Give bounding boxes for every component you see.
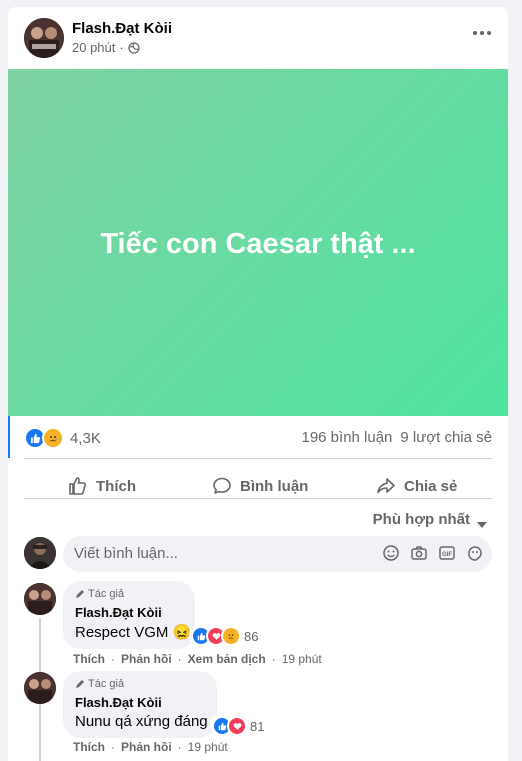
love-reaction-icon [227, 716, 247, 736]
comment-sort-label: Phù hợp nhất [372, 511, 470, 528]
comment-avatar[interactable] [24, 583, 56, 615]
comment-time[interactable]: 19 phút [188, 740, 228, 754]
dot-separator: · [119, 40, 124, 55]
comment-actions: Thích · Phản hồi · Xem bản dịch · 19 phút [73, 652, 322, 666]
comment-actions: Thích · Phản hồi · 19 phút [73, 740, 228, 754]
comment-author[interactable]: Flash.Đạt Kòii [75, 695, 162, 710]
post-time[interactable]: 20 phút [72, 40, 115, 55]
active-indicator [8, 416, 10, 458]
divider [24, 458, 492, 459]
like-icon [68, 476, 88, 496]
pencil-icon [75, 679, 85, 689]
comments-count[interactable]: 196 bình luận [301, 429, 392, 446]
comment-reactions[interactable]: 86 [189, 625, 263, 647]
comment-reply-link[interactable]: Phản hồi [121, 652, 172, 666]
comment-author[interactable]: Flash.Đạt Kòii [75, 605, 162, 620]
current-user-avatar[interactable] [24, 537, 56, 569]
caret-down-icon [476, 516, 488, 528]
share-label: Chia sẻ [404, 477, 458, 495]
camera-icon[interactable] [410, 544, 428, 562]
post-background: Tiếc con Caesar thật ... [8, 69, 508, 416]
comment-text: Respect VGM 😖 [75, 624, 192, 641]
author-badge-label: Tác giả [88, 588, 125, 600]
pencil-icon [75, 589, 85, 599]
comment-translate-link[interactable]: Xem bản dịch [188, 652, 266, 666]
gif-icon[interactable]: GIF [438, 544, 456, 562]
reaction-count: 4,3K [70, 429, 101, 447]
sad-reaction-icon [221, 626, 241, 646]
post-card: Flash.Đạt Kòii 20 phút · Tiếc con Caesar… [8, 7, 508, 761]
comment-bubble: Tác giả Flash.Đạt Kòii Nunu qá xứng đáng… [63, 671, 269, 738]
reaction-summary[interactable]: 4,3K [24, 427, 101, 449]
author-badge: Tác giả [75, 678, 124, 690]
comment-like-link[interactable]: Thích [73, 740, 105, 754]
comment-label: Bình luận [240, 477, 309, 495]
comment-icon [212, 476, 232, 496]
comment-reactions[interactable]: 81 [210, 715, 269, 737]
globe-icon [128, 41, 140, 54]
comment-sort-dropdown[interactable]: Phù hợp nhất [373, 511, 488, 528]
comment-time[interactable]: 19 phút [282, 652, 322, 666]
divider [24, 498, 492, 499]
comment-input-placeholder: Viết bình luận... [74, 545, 178, 562]
comment-like-link[interactable]: Thích [73, 652, 105, 666]
comment-reaction-count: 86 [244, 628, 259, 644]
post-meta: 20 phút · [72, 40, 140, 55]
post-background-text: Tiếc con Caesar thật ... [100, 228, 416, 260]
sad-reaction-icon [42, 427, 64, 449]
more-options-icon[interactable] [470, 25, 494, 41]
comment-bubble: Tác giả Flash.Đạt Kòii Respect VGM 😖 86 [63, 581, 263, 649]
emoji-icon[interactable] [382, 544, 400, 562]
svg-text:GIF: GIF [442, 552, 452, 558]
comment-text: Nunu qá xứng đáng [75, 713, 208, 730]
comment-reply-link[interactable]: Phản hồi [121, 740, 172, 754]
sticker-icon[interactable] [466, 544, 484, 562]
comment-reaction-count: 81 [250, 718, 265, 734]
shares-count[interactable]: 9 lượt chia sẻ [400, 429, 492, 446]
post-author-name[interactable]: Flash.Đạt Kòii [72, 20, 172, 37]
post-stats: 196 bình luận 9 lượt chia sẻ [301, 429, 492, 446]
like-label: Thích [96, 477, 136, 495]
author-badge-label: Tác giả [88, 678, 125, 690]
share-icon [376, 476, 396, 496]
comment-input[interactable]: Viết bình luận... GIF [63, 536, 492, 572]
author-badge: Tác giả [75, 588, 124, 600]
author-avatar[interactable] [24, 18, 64, 58]
comment-avatar[interactable] [24, 672, 56, 704]
